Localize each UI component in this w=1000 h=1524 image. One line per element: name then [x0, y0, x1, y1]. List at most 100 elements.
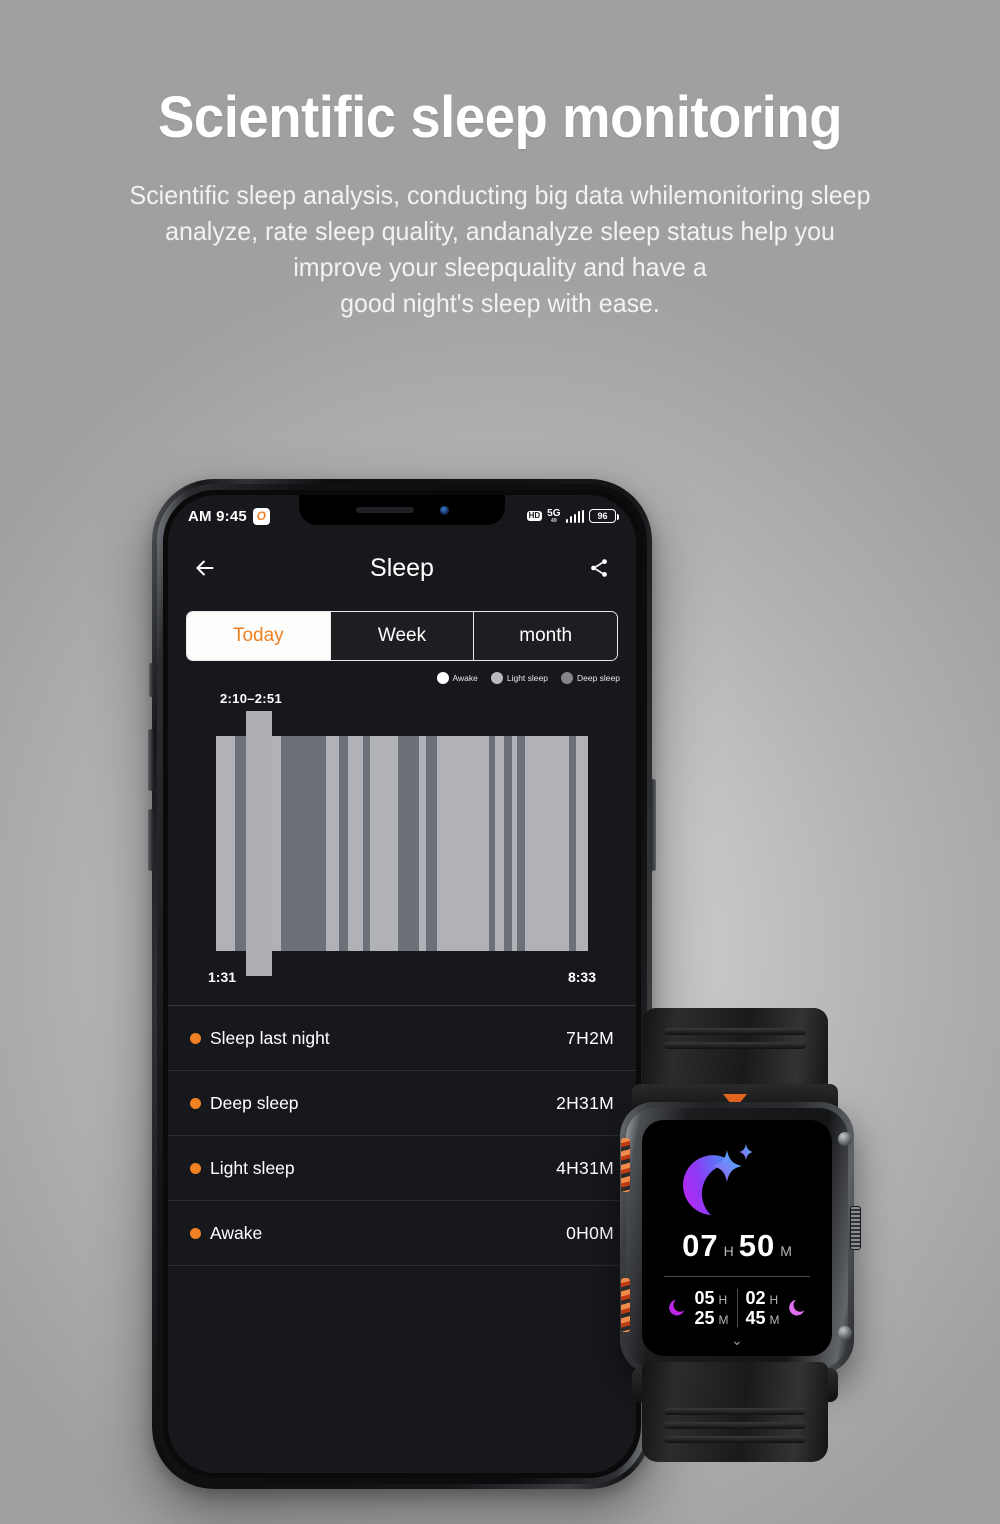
- screen-title: Sleep: [370, 553, 434, 582]
- phone-mockup: AM 9:45 O HD 5G 49 96 Sleep Today Week m…: [148, 479, 656, 1489]
- phone-volume-up-button[interactable]: [148, 729, 153, 791]
- legend-label-light-sleep: Light sleep: [506, 673, 548, 683]
- network-sub-label: 49: [551, 517, 557, 524]
- crescent-moon-icon: [670, 1142, 762, 1220]
- band-ridge: [664, 1028, 806, 1035]
- chart-bar-deep[interactable]: [338, 736, 349, 951]
- watch-crown-button[interactable]: [850, 1206, 861, 1250]
- legend-dot-deep-sleep: [560, 672, 573, 684]
- chart-selected-bar[interactable]: [245, 711, 272, 976]
- hero-section: Scientific sleep monitoring Scientific s…: [0, 0, 1000, 322]
- band-ridge: [664, 1408, 806, 1415]
- signal-strength-icon: [565, 509, 584, 523]
- legend-item-light-sleep: Light sleep: [490, 672, 548, 684]
- chart-bar-deep[interactable]: [517, 736, 525, 951]
- tab-today[interactable]: Today: [187, 612, 331, 660]
- bullet-icon: [190, 1162, 201, 1174]
- chart-bars[interactable]: [216, 711, 588, 976]
- stat-label: Awake: [210, 1222, 263, 1243]
- watch-screen[interactable]: 07 H 50 M 05 H 25 M 02 H 45 M ⌄: [642, 1120, 832, 1356]
- case-accent-stripe: [621, 1278, 630, 1332]
- total-hours-value: 07: [682, 1228, 719, 1263]
- total-minutes-unit: M: [780, 1243, 792, 1259]
- sleep-stats-list: Sleep last night 7H2M Deep sleep 2H31M L…: [168, 1006, 636, 1266]
- chart-bar-deep[interactable]: [281, 736, 326, 951]
- chevron-down-icon[interactable]: ⌄: [642, 1332, 832, 1349]
- back-arrow-icon[interactable]: [190, 553, 220, 583]
- watch-case: 07 H 50 M 05 H 25 M 02 H 45 M ⌄: [620, 1102, 861, 1374]
- share-icon[interactable]: [584, 553, 614, 583]
- deep-hours-unit: H: [718, 1292, 728, 1307]
- watch-light-sleep: 02 H 45 M: [738, 1288, 816, 1328]
- deep-hours-value: 05: [694, 1288, 715, 1308]
- stat-label: Light sleep: [210, 1157, 295, 1178]
- legend-label-deep-sleep: Deep sleep: [576, 673, 620, 683]
- chart-bar-light[interactable]: [325, 736, 339, 951]
- light-sleep-values: 02 H 45 M: [746, 1288, 780, 1328]
- phone-screen: AM 9:45 O HD 5G 49 96 Sleep Today Week m…: [168, 495, 636, 1473]
- battery-percent-label: 96: [597, 510, 608, 521]
- table-row[interactable]: Awake 0H0M: [168, 1201, 636, 1266]
- page-title: Scientific sleep monitoring: [157, 85, 843, 150]
- tab-week[interactable]: Week: [330, 612, 475, 660]
- chart-bar-light[interactable]: [495, 736, 505, 951]
- chart-legend: Awake Light sleep Deep sleep: [436, 672, 620, 684]
- table-row[interactable]: Light sleep 4H31M: [168, 1136, 636, 1201]
- chart-tooltip: 2:10–2:51: [220, 691, 282, 706]
- deep-sleep-moon-icon: [669, 1300, 685, 1316]
- stat-label-wrap: Sleep last night: [190, 1028, 330, 1049]
- band-ridge: [664, 1042, 806, 1049]
- phone-notch: [299, 495, 505, 525]
- total-hours-unit: H: [723, 1243, 734, 1259]
- chart-bar-deep[interactable]: [362, 736, 371, 951]
- case-screw-icon: [838, 1326, 852, 1340]
- smartwatch-mockup: 07 H 50 M 05 H 25 M 02 H 45 M ⌄: [592, 1008, 882, 1462]
- light-minutes-value: 45: [745, 1308, 766, 1329]
- chart-bar-light[interactable]: [348, 736, 363, 951]
- status-bar-left: AM 9:45 O: [188, 507, 270, 525]
- watch-deep-sleep: 05 H 25 M: [658, 1288, 736, 1328]
- legend-label-awake: Awake: [452, 673, 478, 683]
- phone-power-button[interactable]: [651, 779, 656, 871]
- phone-volume-down-button[interactable]: [148, 809, 153, 871]
- watch-band-bottom: [642, 1362, 828, 1462]
- chart-x-axis: 1:31 8:33: [168, 969, 636, 985]
- network-type-icon: 5G 49: [547, 507, 561, 524]
- stat-label: Deep sleep: [210, 1092, 299, 1113]
- chart-bar-deep[interactable]: [426, 736, 438, 951]
- chart-bar-light[interactable]: [216, 736, 235, 951]
- chart-bar-light[interactable]: [524, 736, 570, 951]
- deep-minutes-unit: M: [718, 1312, 729, 1327]
- bullet-icon: [190, 1097, 201, 1109]
- hero-subtitle-line-3: improve your sleepquality and have a: [293, 252, 707, 283]
- status-bar: AM 9:45 O HD 5G 49 96: [168, 495, 636, 537]
- chart-bar-deep[interactable]: [569, 736, 577, 951]
- total-minutes-value: 50: [738, 1228, 776, 1263]
- network-type-label: 5G: [547, 507, 561, 519]
- battery-icon: 96: [589, 509, 619, 523]
- axis-end-label: 8:33: [567, 969, 596, 985]
- watch-sleep-breakdown: 05 H 25 M 02 H 45 M: [642, 1288, 832, 1328]
- earpiece-speaker-icon: [355, 507, 414, 513]
- chart-bar-light[interactable]: [370, 736, 399, 951]
- light-hours-value: 02: [745, 1288, 766, 1308]
- chart-bar-light[interactable]: [576, 736, 588, 951]
- axis-start-label: 1:31: [208, 969, 237, 985]
- bullet-icon: [190, 1032, 201, 1044]
- table-row[interactable]: Sleep last night 7H2M: [168, 1006, 636, 1071]
- phone-silent-switch[interactable]: [149, 663, 153, 697]
- sleep-chart[interactable]: 2:10–2:51 1:31 8:33: [168, 691, 636, 989]
- hero-subtitle-line-4: good night's sleep with ease.: [340, 288, 660, 319]
- chart-bar-deep[interactable]: [398, 736, 419, 951]
- hero-subtitle: Scientific sleep analysis, conducting bi…: [20, 177, 980, 322]
- case-accent-stripe: [621, 1138, 630, 1192]
- tab-month[interactable]: month: [474, 612, 617, 660]
- table-row[interactable]: Deep sleep 2H31M: [168, 1071, 636, 1136]
- band-ridge: [664, 1436, 806, 1443]
- chart-bar-light[interactable]: [437, 736, 490, 951]
- chart-bar-light[interactable]: [418, 736, 427, 951]
- chart-bar-deep[interactable]: [504, 736, 512, 951]
- band-ridge: [664, 1422, 806, 1429]
- period-tabs[interactable]: Today Week month: [186, 611, 618, 661]
- watch-total-sleep: 07 H 50 M: [642, 1228, 832, 1264]
